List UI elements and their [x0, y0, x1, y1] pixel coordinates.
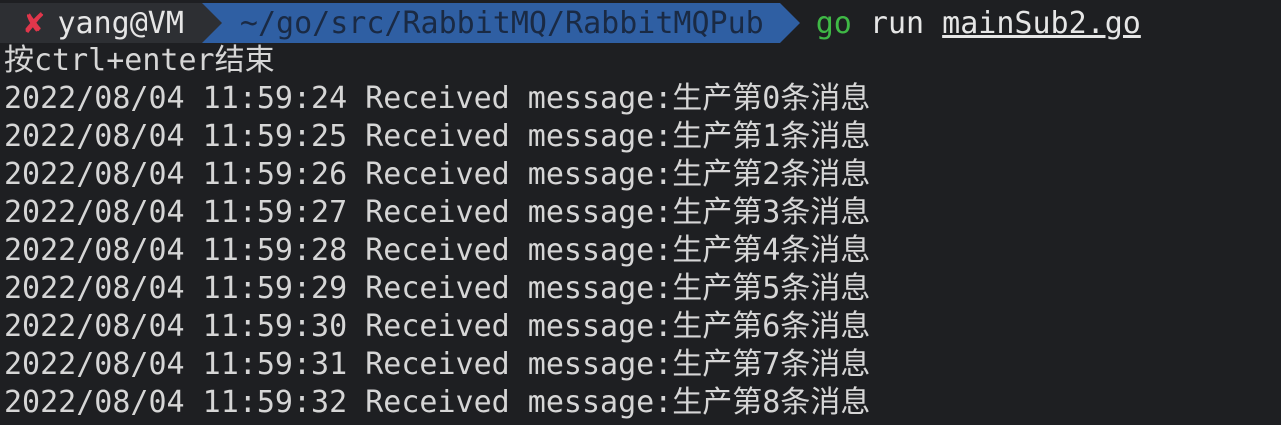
terminal-output: 按ctrl+enter结束 2022/08/04 11:59:24 Receiv… — [4, 42, 1279, 422]
output-line: 2022/08/04 11:59:29 Received message:生产第… — [4, 271, 871, 306]
command-go: go — [815, 5, 852, 41]
prompt-path-segment: ~/go/src/RabbitMQ/RabbitMQPub — [201, 3, 800, 43]
output-hint-line: 按ctrl+enter结束 — [4, 43, 275, 78]
shell-prompt: ✘ yang@VM ~/go/src/RabbitMQ/RabbitMQPub … — [0, 3, 1281, 43]
output-line: 2022/08/04 11:59:26 Received message:生产第… — [4, 157, 871, 192]
output-line: 2022/08/04 11:59:27 Received message:生产第… — [4, 195, 871, 230]
prompt-user-host: yang@VM — [57, 5, 184, 41]
error-x-icon: ✘ — [22, 6, 46, 40]
command-file-link[interactable]: mainSub2.go — [942, 6, 1141, 41]
output-line: 2022/08/04 11:59:31 Received message:生产第… — [4, 347, 871, 382]
output-line: 2022/08/04 11:59:32 Received message:生产第… — [4, 385, 871, 420]
output-line: 2022/08/04 11:59:25 Received message:生产第… — [4, 119, 871, 154]
output-line: 2022/08/04 11:59:24 Received message:生产第… — [4, 81, 871, 116]
output-line: 2022/08/04 11:59:30 Received message:生产第… — [4, 309, 871, 344]
terminal-window[interactable]: ✘ yang@VM ~/go/src/RabbitMQ/RabbitMQPub … — [0, 0, 1281, 425]
command-run: run — [851, 5, 943, 41]
prompt-user-segment: ✘ yang@VM — [0, 3, 222, 43]
output-line: 2022/08/04 11:59:28 Received message:生产第… — [4, 233, 871, 268]
prompt-path: ~/go/src/RabbitMQ/RabbitMQPub — [239, 5, 764, 41]
prompt-command: go run mainSub2.go — [816, 6, 1141, 41]
